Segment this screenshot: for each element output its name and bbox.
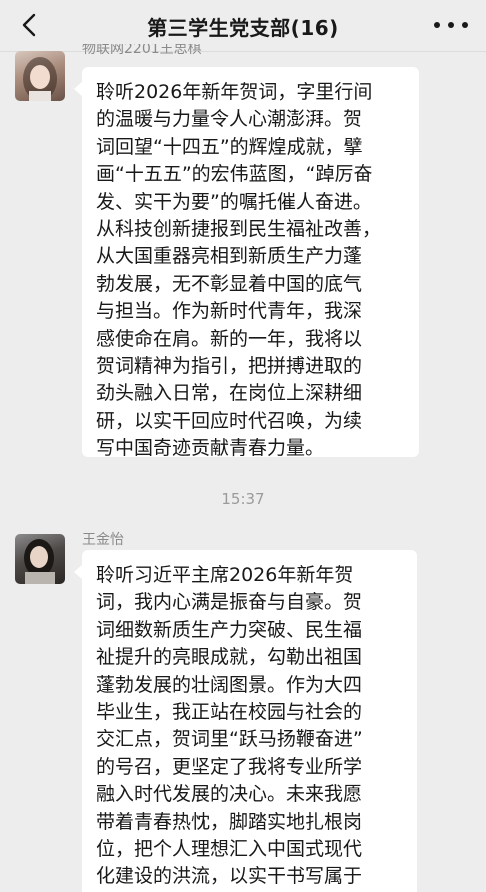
message-timestamp: 15:37 bbox=[221, 490, 265, 508]
message-bubble[interactable]: 聆听2026年新年贺词，字里行间 的温暖与力量令人心潮澎湃。贺 词回望“十四五”… bbox=[74, 67, 419, 459]
navigation-bar: 第三学生党支部(16) bbox=[0, 0, 486, 52]
more-options-icon[interactable] bbox=[434, 12, 468, 38]
chat-title: 第三学生党支部(16) bbox=[147, 16, 339, 40]
avatar[interactable] bbox=[15, 51, 65, 101]
message-bubble[interactable]: 聆听习近平主席2026年新年贺 词，我内心满是振奋与自豪。贺 词细数新质生产力突… bbox=[74, 550, 417, 892]
sender-name: 王金怡 bbox=[82, 532, 124, 548]
avatar[interactable] bbox=[15, 534, 65, 584]
sender-name: 物联网2201王思棋 bbox=[82, 44, 202, 57]
